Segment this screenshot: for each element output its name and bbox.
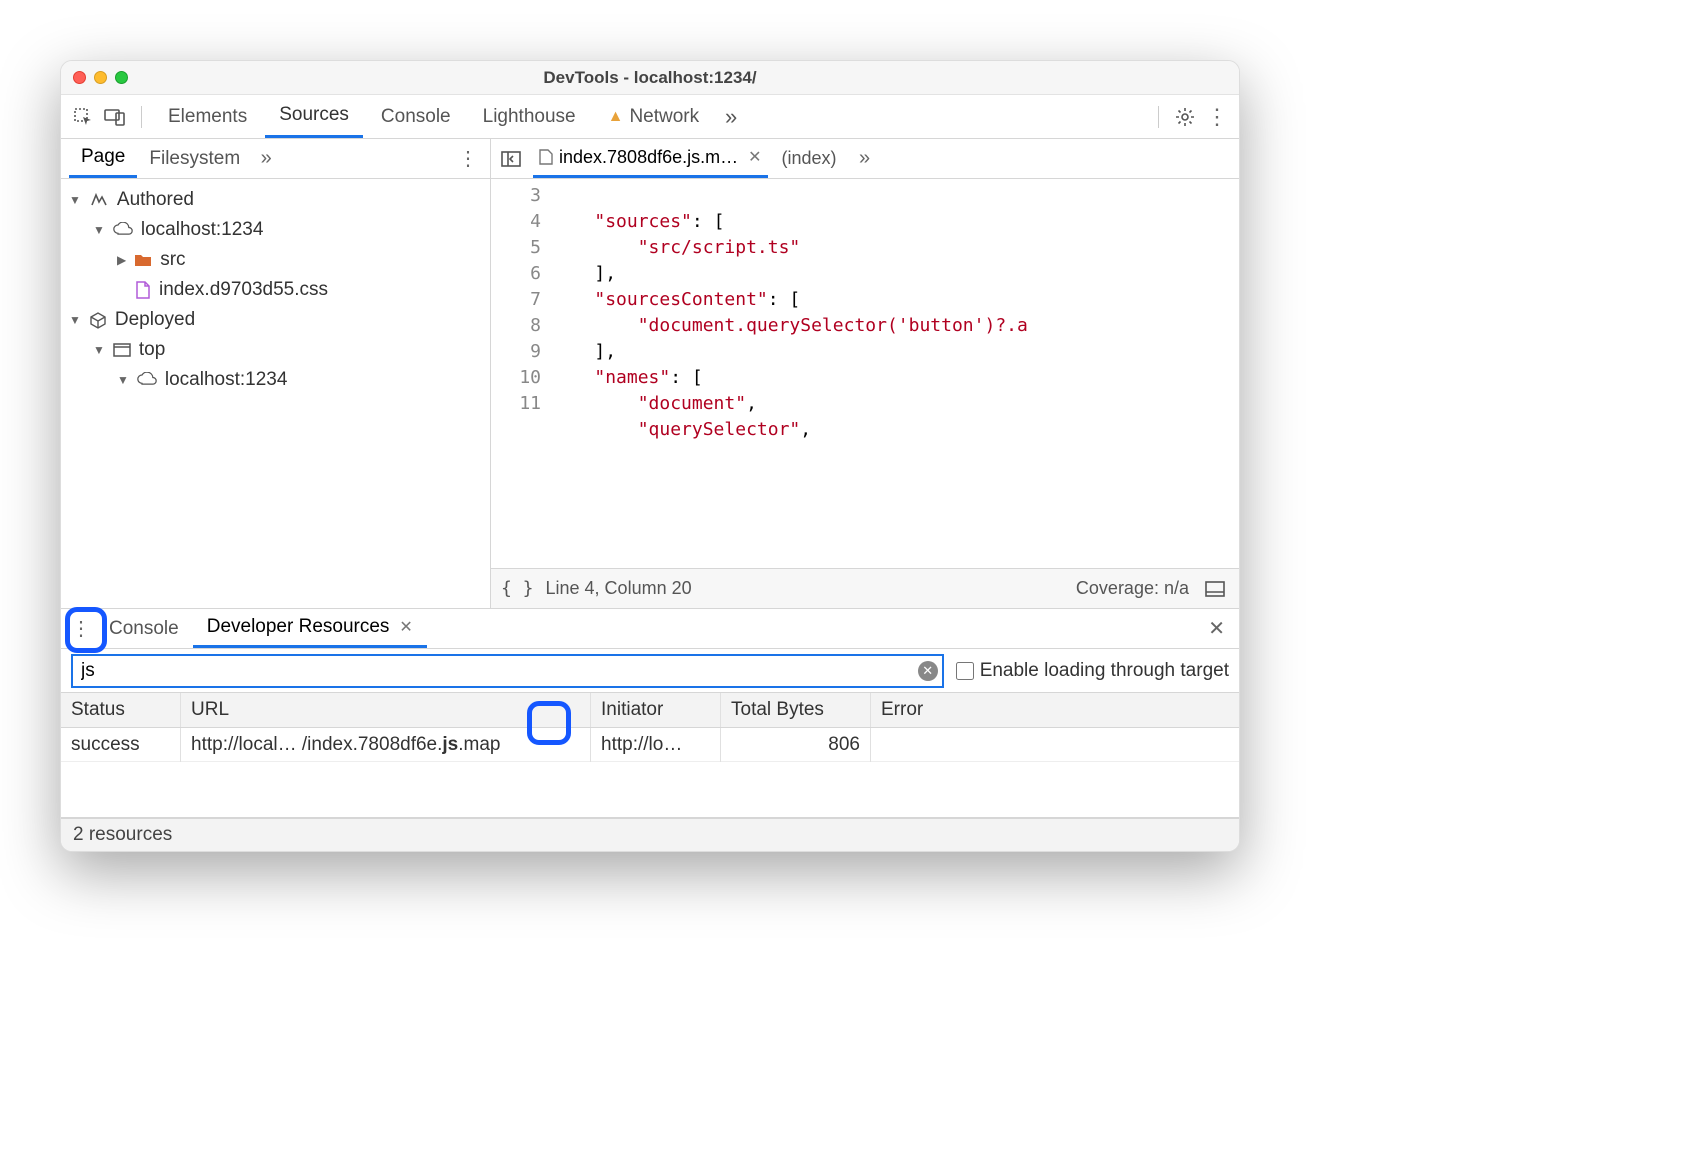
drawer-tabbar: ⋮ Console Developer Resources ✕ ✕ xyxy=(61,609,1239,649)
table-header: Status URL Initiator Total Bytes Error xyxy=(61,693,1239,728)
tree-deployed[interactable]: ▼ Deployed xyxy=(65,305,486,335)
tree-folder-src[interactable]: ▶ src xyxy=(65,245,486,275)
resources-table: Status URL Initiator Total Bytes Error s… xyxy=(61,693,1239,819)
warning-icon: ▲ xyxy=(608,108,624,126)
titlebar: DevTools - localhost:1234/ xyxy=(61,61,1239,95)
navigator-pane: Page Filesystem » ⋮ ▼ Authored ▼ localho… xyxy=(61,139,491,608)
editor-statusbar: { } Line 4, Column 20 Coverage: n/a xyxy=(491,568,1239,608)
close-drawer-icon[interactable]: ✕ xyxy=(1200,616,1233,641)
line-gutter: 345 678 91011 xyxy=(491,179,551,568)
cell-bytes: 806 xyxy=(721,728,871,762)
main-tabbar: Elements Sources Console Lighthouse ▲ Ne… xyxy=(61,95,1239,139)
overflow-tabs-icon[interactable]: » xyxy=(717,103,745,131)
col-initiator[interactable]: Initiator xyxy=(591,693,721,727)
clear-filter-icon[interactable]: ✕ xyxy=(918,661,938,681)
file-tree[interactable]: ▼ Authored ▼ localhost:1234 ▶ src index.… xyxy=(61,179,490,608)
cell-url: http://local… /index.7808df6e.js.map xyxy=(181,728,591,762)
code-editor[interactable]: 345 678 91011 "sources": [ "src/script.t… xyxy=(491,179,1239,568)
tab-filesystem[interactable]: Filesystem xyxy=(137,139,252,178)
device-toggle-icon[interactable] xyxy=(101,103,129,131)
coverage-label: Coverage: n/a xyxy=(1076,578,1189,599)
close-drawer-tab-icon[interactable]: ✕ xyxy=(399,617,412,637)
navigator-tabs: Page Filesystem » ⋮ xyxy=(61,139,490,179)
tree-authored[interactable]: ▼ Authored xyxy=(65,185,486,215)
devtools-window: DevTools - localhost:1234/ Elements Sour… xyxy=(60,60,1240,852)
table-row[interactable]: success http://local… /index.7808df6e.js… xyxy=(61,728,1239,762)
window-title: DevTools - localhost:1234/ xyxy=(61,68,1239,88)
cursor-position: Line 4, Column 20 xyxy=(546,578,692,599)
tab-sources[interactable]: Sources xyxy=(265,95,363,138)
file-tabbar: index.7808df6e.js.m… ✕ (index) » xyxy=(491,139,1239,179)
tab-elements[interactable]: Elements xyxy=(154,95,261,138)
filter-row: ✕ Enable loading through target xyxy=(61,649,1239,693)
tree-top[interactable]: ▼ top xyxy=(65,335,486,365)
tree-host-authored[interactable]: ▼ localhost:1234 xyxy=(65,215,486,245)
drawer-kebab-icon[interactable]: ⋮ xyxy=(67,615,95,643)
file-tab-active[interactable]: index.7808df6e.js.m… ✕ xyxy=(533,139,768,178)
cell-initiator: http://lo… xyxy=(591,728,721,762)
code-content: "sources": [ "src/script.ts" ], "sources… xyxy=(551,179,1239,568)
pretty-print-icon[interactable]: { } xyxy=(501,578,534,599)
tree-file-css[interactable]: index.d9703d55.css xyxy=(65,275,486,305)
col-bytes[interactable]: Total Bytes xyxy=(721,693,871,727)
settings-gear-icon[interactable] xyxy=(1171,103,1199,131)
editor-pane: index.7808df6e.js.m… ✕ (index) » 345 678… xyxy=(491,139,1239,608)
col-url[interactable]: URL xyxy=(181,693,591,727)
drawer-tab-devres[interactable]: Developer Resources ✕ xyxy=(193,609,427,648)
tab-network[interactable]: ▲ Network xyxy=(594,95,714,138)
navigator-overflow-icon[interactable]: » xyxy=(252,145,280,173)
resource-count: 2 resources xyxy=(73,824,172,846)
drawer: ⋮ Console Developer Resources ✕ ✕ ✕ Enab… xyxy=(61,608,1239,851)
drawer-statusbar: 2 resources xyxy=(61,819,1239,851)
tab-page[interactable]: Page xyxy=(69,139,137,178)
sources-panel: Page Filesystem » ⋮ ▼ Authored ▼ localho… xyxy=(61,139,1239,608)
file-tab-index[interactable]: (index) xyxy=(776,139,843,178)
drawer-tab-console[interactable]: Console xyxy=(95,609,193,648)
toggle-navigator-icon[interactable] xyxy=(497,145,525,173)
cell-error xyxy=(871,739,1239,751)
close-tab-icon[interactable]: ✕ xyxy=(748,147,761,167)
tree-host-deployed[interactable]: ▼ localhost:1234 xyxy=(65,365,486,395)
tab-lighthouse[interactable]: Lighthouse xyxy=(469,95,590,138)
filter-input[interactable] xyxy=(71,654,944,688)
toggle-sidebar-icon[interactable] xyxy=(1201,575,1229,603)
file-tabs-overflow-icon[interactable]: » xyxy=(851,145,879,173)
inspect-icon[interactable] xyxy=(69,103,97,131)
col-status[interactable]: Status xyxy=(61,693,181,727)
cell-status: success xyxy=(61,728,181,762)
enable-loading-checkbox[interactable]: Enable loading through target xyxy=(956,660,1229,682)
col-error[interactable]: Error xyxy=(871,693,1239,727)
kebab-menu-icon[interactable]: ⋮ xyxy=(1203,103,1231,131)
navigator-kebab-icon[interactable]: ⋮ xyxy=(454,145,482,173)
tab-console[interactable]: Console xyxy=(367,95,465,138)
